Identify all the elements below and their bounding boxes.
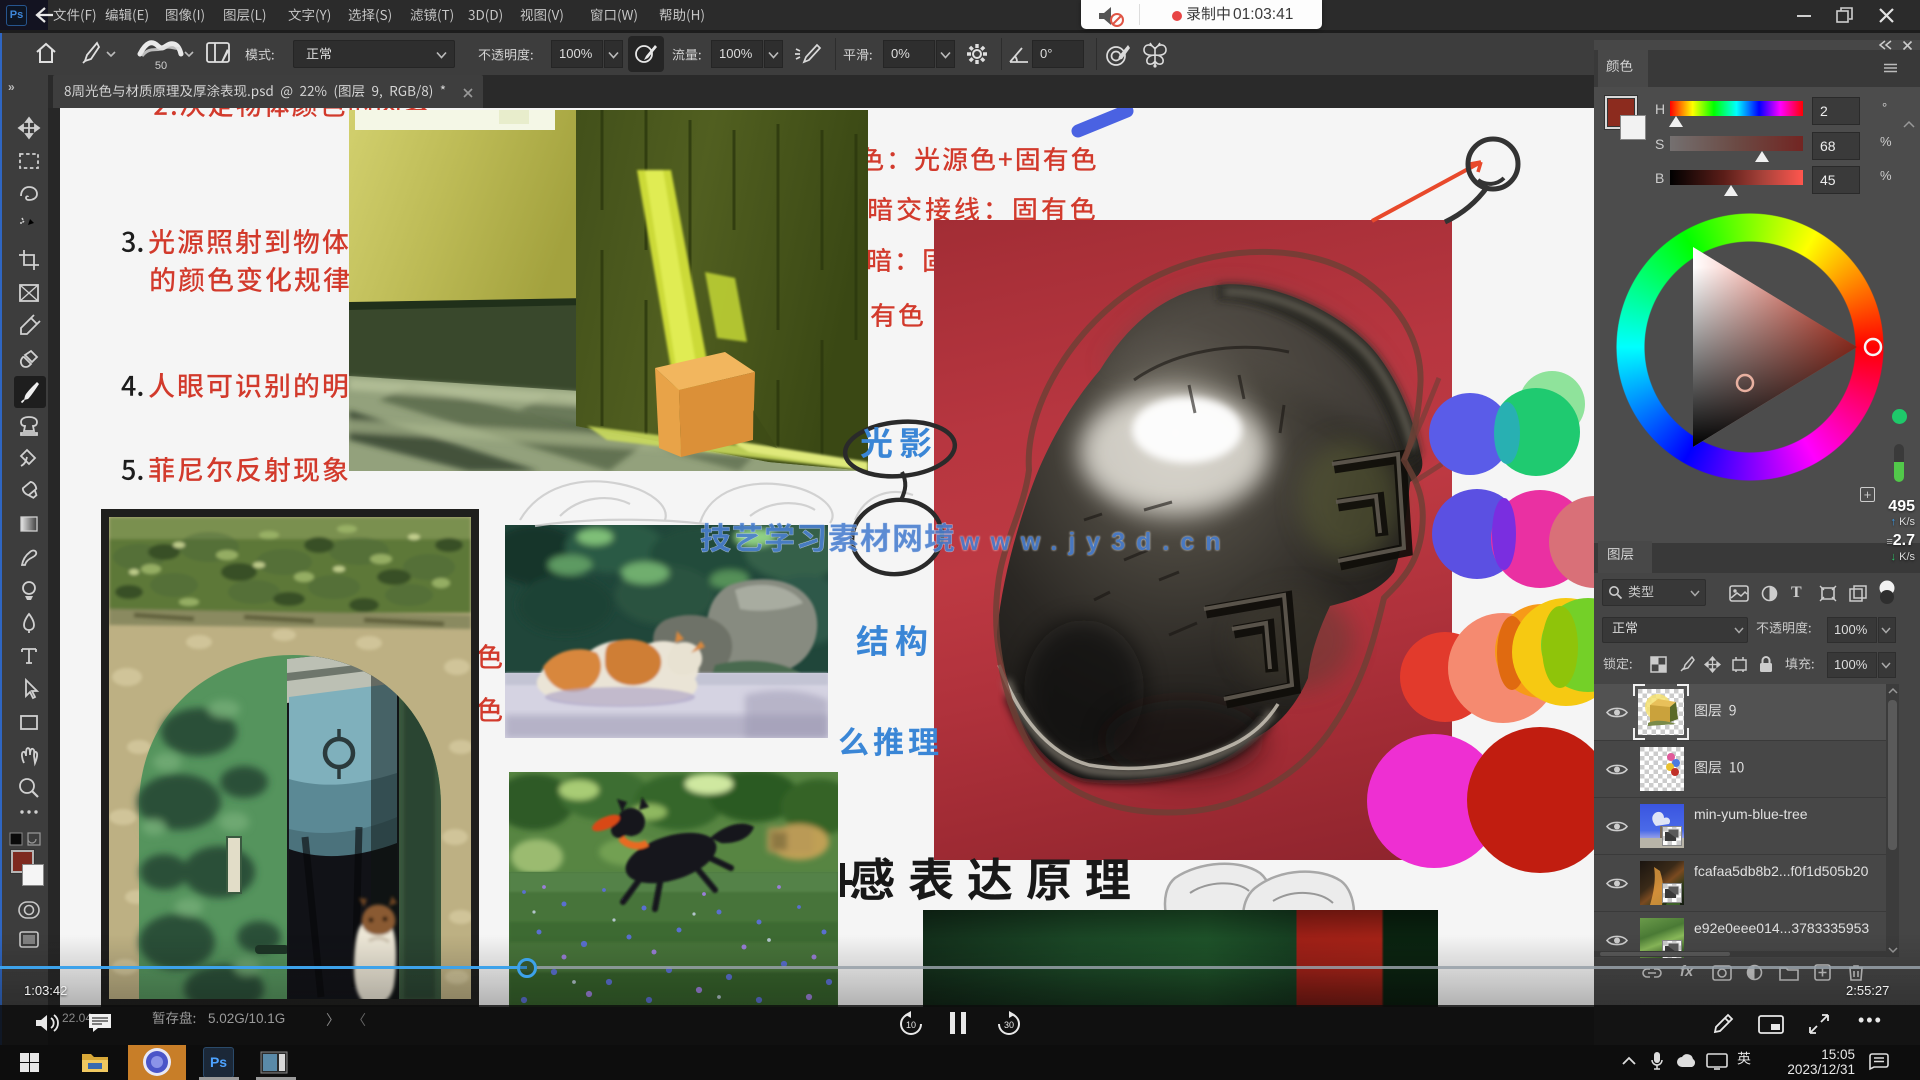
- svg-text:10: 10: [906, 1020, 916, 1030]
- svg-text:30: 30: [1004, 1020, 1014, 1030]
